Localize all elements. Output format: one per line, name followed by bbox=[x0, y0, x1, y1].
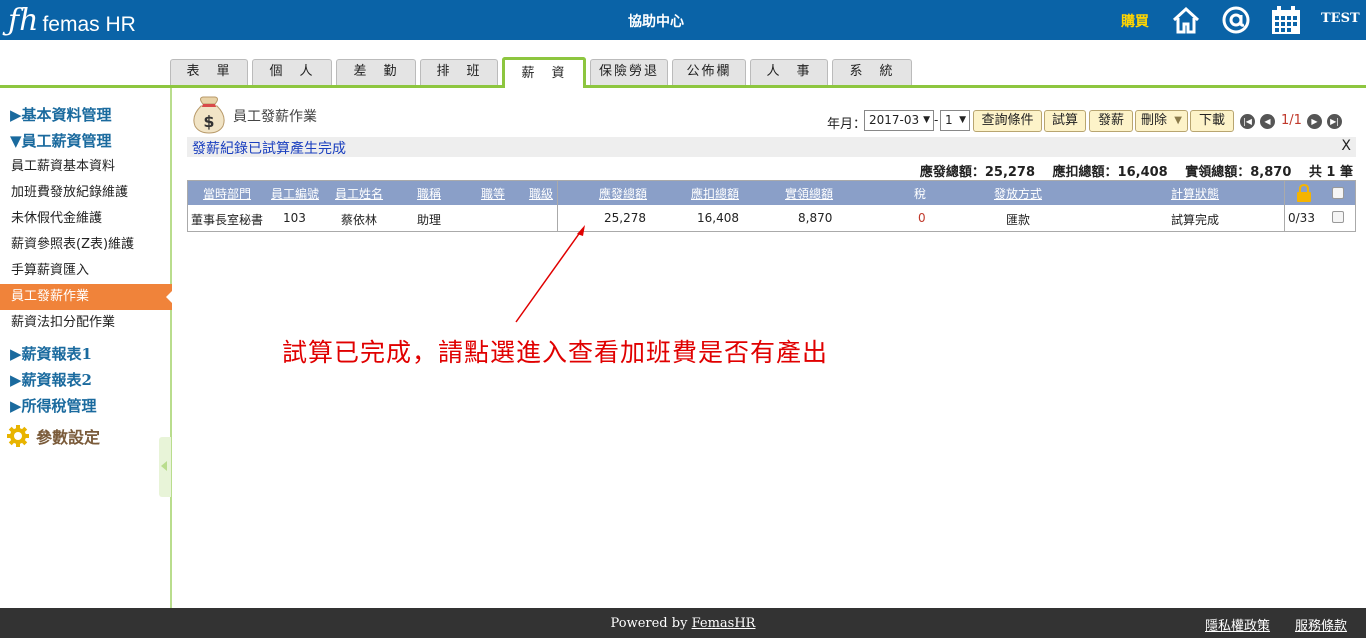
sidebar: ▶基本資料管理 ▼員工薪資管理 員工薪資基本資料 加班費發放紀錄維護 未休假代金… bbox=[0, 88, 174, 608]
table-header: 當時部門 員工編號 員工姓名 職稱 職等 職級 應發總額 應扣總額 實領總額 稅… bbox=[188, 181, 1355, 205]
privacy-policy-link[interactable]: 隱私權政策 bbox=[1205, 615, 1270, 634]
first-page-icon[interactable]: |◀ bbox=[1240, 114, 1255, 129]
page-indicator: 1/1 bbox=[1281, 113, 1302, 128]
tab-hr[interactable]: 人 事 bbox=[750, 59, 828, 85]
tab-personal[interactable]: 個 人 bbox=[252, 59, 332, 85]
cell-net: 8,870 bbox=[798, 211, 833, 225]
lock-icon bbox=[1297, 183, 1311, 202]
sidebar-section-salary[interactable]: ▼員工薪資管理 bbox=[10, 130, 112, 151]
buy-link[interactable]: 購買 bbox=[1121, 11, 1149, 31]
tab-bulletin[interactable]: 公佈欄 bbox=[672, 59, 746, 85]
col-rank[interactable]: 職等 bbox=[481, 185, 505, 202]
svg-text:$: $ bbox=[203, 112, 214, 131]
cell-deduct: 16,408 bbox=[697, 211, 739, 225]
sidebar-item-unused-leave[interactable]: 未休假代金維護 bbox=[0, 206, 170, 232]
tab-insurance[interactable]: 保險勞退 bbox=[590, 59, 668, 85]
sidebar-item-deduction[interactable]: 薪資法扣分配作業 bbox=[0, 310, 170, 336]
tab-forms[interactable]: 表 單 bbox=[170, 59, 248, 85]
terms-of-service-link[interactable]: 服務條款 bbox=[1295, 615, 1347, 634]
page-title: 員工發薪作業 bbox=[233, 109, 317, 125]
col-dept[interactable]: 當時部門 bbox=[203, 185, 251, 202]
cell-dept: 董事長室秘書 bbox=[191, 213, 264, 227]
tab-salary[interactable]: 薪 資 bbox=[502, 57, 586, 88]
tab-scheduling[interactable]: 排 班 bbox=[420, 59, 498, 85]
sidebar-collapse-handle[interactable] bbox=[159, 437, 171, 497]
cell-method: 匯款 bbox=[1006, 213, 1031, 227]
period-separator: - bbox=[934, 113, 939, 127]
sidebar-section-report1[interactable]: ▶薪資報表1 bbox=[10, 343, 92, 364]
cell-emp-name: 蔡依林 bbox=[341, 213, 378, 227]
at-icon[interactable] bbox=[1220, 4, 1252, 36]
money-bag-icon: $ bbox=[193, 96, 225, 134]
sidebar-params-label: 參數設定 bbox=[36, 428, 101, 447]
sidebar-item-manual-import[interactable]: 手算薪資匯入 bbox=[0, 258, 170, 284]
sidebar-section-report2[interactable]: ▶薪資報表2 bbox=[10, 369, 92, 390]
close-message-button[interactable]: X bbox=[1341, 138, 1351, 154]
year-month-label: 年月： bbox=[827, 117, 867, 132]
col-title[interactable]: 職稱 bbox=[417, 185, 441, 202]
sidebar-section-tax[interactable]: ▶所得稅管理 bbox=[10, 395, 97, 416]
row-checkbox[interactable] bbox=[1332, 211, 1344, 223]
trial-calc-button[interactable]: 試算 bbox=[1044, 110, 1086, 132]
top-bar: ƒh femas HR 協助中心 購買 TEST bbox=[0, 0, 1366, 40]
delete-button-label: 刪除 bbox=[1141, 113, 1168, 128]
delete-button[interactable]: 刪除 ▼ bbox=[1135, 110, 1188, 132]
period-value: 1 bbox=[945, 113, 953, 127]
column-divider bbox=[1284, 181, 1285, 231]
calendar-icon[interactable] bbox=[1270, 4, 1302, 36]
powered-by: Powered by FemasHR bbox=[0, 616, 1366, 631]
cell-gross: 25,278 bbox=[604, 211, 646, 225]
annotation-text: 試算已完成，請點選進入查看加班費是否有產出 bbox=[282, 338, 829, 367]
module-tabs: 表 單 個 人 差 勤 排 班 薪 資 保險勞退 公佈欄 人 事 系 統 bbox=[0, 40, 1366, 88]
totals-summary: 應發總額：25,278 應扣總額：16,408 實領總額：8,870 共 1 筆 bbox=[919, 165, 1353, 180]
tab-system[interactable]: 系 統 bbox=[832, 59, 912, 85]
sidebar-section-basic[interactable]: ▶基本資料管理 bbox=[10, 104, 112, 125]
cell-title: 助理 bbox=[417, 213, 442, 227]
chevron-down-icon: ▼ bbox=[923, 115, 930, 125]
sidebar-item-overtime-records[interactable]: 加班費發放紀錄維護 bbox=[0, 180, 170, 206]
sidebar-item-payroll[interactable]: 員工發薪作業 bbox=[0, 284, 174, 310]
col-net[interactable]: 實領總額 bbox=[785, 185, 833, 202]
cell-lock-count: 0/33 bbox=[1288, 211, 1315, 225]
chevron-down-icon: ▼ bbox=[959, 115, 966, 125]
pay-button[interactable]: 發薪 bbox=[1089, 110, 1133, 132]
download-button[interactable]: 下載 bbox=[1190, 110, 1234, 132]
sidebar-params[interactable]: 參數設定 bbox=[6, 424, 100, 448]
home-icon[interactable] bbox=[1170, 4, 1202, 36]
col-method[interactable]: 發放方式 bbox=[994, 185, 1042, 202]
sidebar-item-salary-basic[interactable]: 員工薪資基本資料 bbox=[0, 154, 170, 180]
last-page-icon[interactable]: ▶| bbox=[1327, 114, 1342, 129]
next-page-icon[interactable]: ▶ bbox=[1307, 114, 1322, 129]
cell-emp-no: 103 bbox=[283, 211, 306, 225]
footer: Powered by FemasHR 隱私權政策 服務條款 bbox=[0, 608, 1366, 638]
cell-status: 試算完成 bbox=[1171, 213, 1220, 227]
col-deduct[interactable]: 應扣總額 bbox=[691, 185, 739, 202]
column-divider bbox=[557, 181, 558, 231]
sidebar-item-z-table[interactable]: 薪資參照表(Z表)維護 bbox=[0, 232, 170, 258]
chevron-down-icon: ▼ bbox=[1174, 115, 1182, 126]
tab-attendance[interactable]: 差 勤 bbox=[336, 59, 416, 85]
query-conditions-button[interactable]: 查詢條件 bbox=[973, 110, 1042, 132]
year-month-select[interactable]: 2017-03 ▼ bbox=[864, 110, 934, 131]
message-bar: 發薪紀錄已試算產生完成 X bbox=[187, 137, 1356, 157]
select-all-checkbox[interactable] bbox=[1332, 187, 1344, 199]
col-level[interactable]: 職級 bbox=[529, 185, 553, 202]
col-emp-no[interactable]: 員工編號 bbox=[271, 185, 319, 202]
powered-by-label: Powered by bbox=[610, 616, 692, 631]
femashr-link[interactable]: FemasHR bbox=[692, 616, 756, 631]
col-tax: 稅 bbox=[914, 187, 927, 201]
col-emp-name[interactable]: 員工姓名 bbox=[335, 185, 383, 202]
status-message: 發薪紀錄已試算產生完成 bbox=[192, 141, 346, 157]
payroll-table: 當時部門 員工編號 員工姓名 職稱 職等 職級 應發總額 應扣總額 實領總額 稅… bbox=[187, 180, 1356, 232]
period-select[interactable]: 1 ▼ bbox=[940, 110, 970, 131]
prev-page-icon[interactable]: ◀ bbox=[1260, 114, 1275, 129]
gear-icon bbox=[7, 425, 29, 447]
year-month-value: 2017-03 bbox=[869, 113, 920, 127]
cell-tax: 0 bbox=[918, 211, 926, 225]
col-gross[interactable]: 應發總額 bbox=[599, 185, 647, 202]
help-center-link[interactable]: 協助中心 bbox=[0, 11, 1312, 31]
user-name[interactable]: TEST bbox=[1321, 11, 1360, 26]
col-status[interactable]: 計算狀態 bbox=[1171, 185, 1219, 202]
